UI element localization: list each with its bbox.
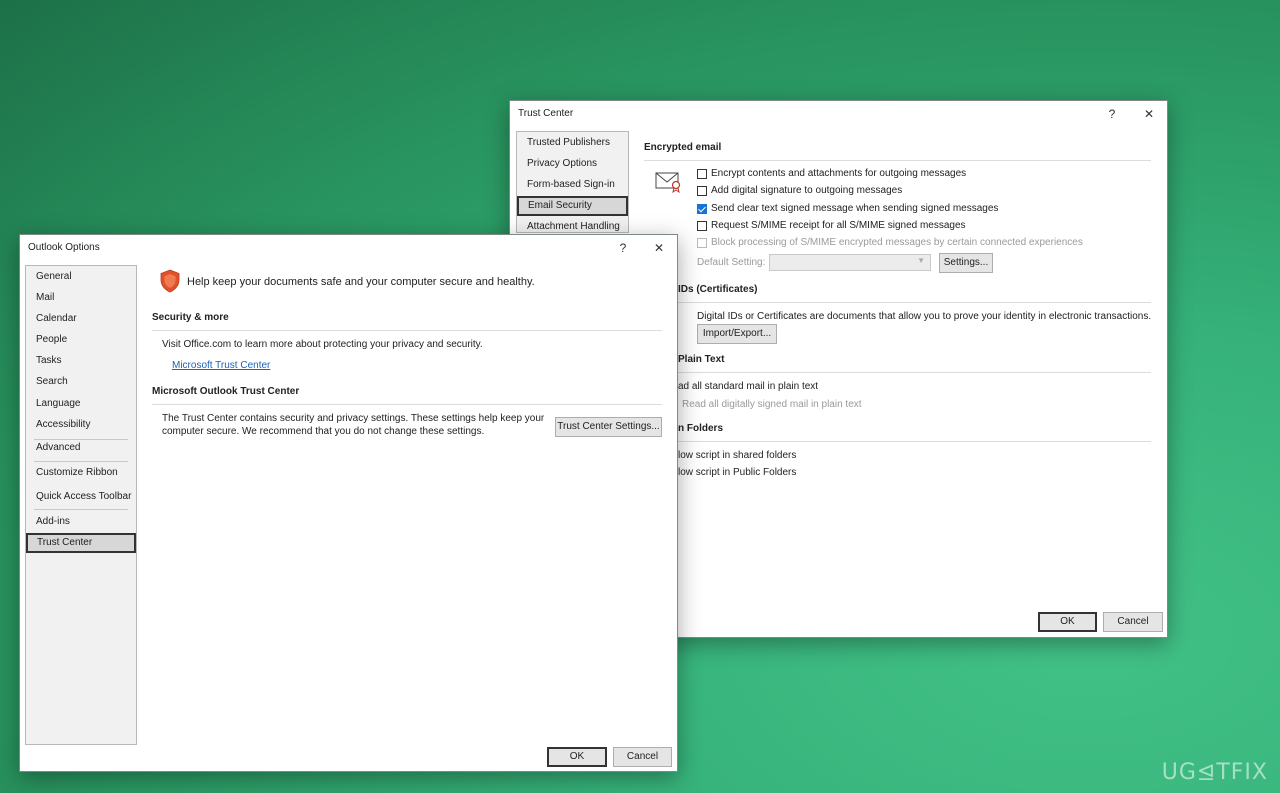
divider <box>152 330 662 331</box>
nav-mail[interactable]: Mail <box>26 288 136 308</box>
security-heading: Security & more <box>152 312 229 323</box>
settings-button[interactable]: Settings... <box>939 253 993 273</box>
public-folders-option[interactable]: low script in Public Folders <box>678 467 796 478</box>
shared-folders-option[interactable]: low script in shared folders <box>678 450 796 461</box>
nav-people[interactable]: People <box>26 330 136 350</box>
nav-customize-ribbon[interactable]: Customize Ribbon <box>26 463 136 483</box>
divider <box>678 302 1151 303</box>
nav-divider <box>34 509 128 510</box>
default-setting-select: ▼ <box>769 254 931 271</box>
microsoft-trust-center-link[interactable]: Microsoft Trust Center <box>172 360 270 371</box>
security-text: Visit Office.com to learn more about pro… <box>162 339 483 350</box>
tc-nav-form-based-sign-in[interactable]: Form-based Sign-in <box>517 175 628 195</box>
help-button[interactable]: ? <box>613 239 633 257</box>
block-processing-checkbox <box>697 238 707 248</box>
outlook-options-title: Outlook Options <box>28 242 100 253</box>
trust-center-nav: Trusted Publishers Privacy Options Form-… <box>516 131 629 233</box>
folders-heading: n Folders <box>678 423 724 434</box>
close-icon[interactable]: ✕ <box>1139 105 1159 123</box>
nav-general[interactable]: General <box>26 267 136 287</box>
trust-center-ok-button[interactable]: OK <box>1038 612 1097 632</box>
trust-center-title: Trust Center <box>518 108 574 119</box>
divider <box>152 404 662 405</box>
close-icon[interactable]: ✕ <box>649 239 669 257</box>
watermark-logo: UG⊴TFIX <box>1161 760 1268 785</box>
request-receipt-label: Request S/MIME receipt for all S/MIME si… <box>711 220 966 231</box>
options-cancel-button[interactable]: Cancel <box>613 747 672 767</box>
add-signature-label: Add digital signature to outgoing messag… <box>711 185 903 196</box>
trust-center-text-line1: The Trust Center contains security and p… <box>162 413 545 424</box>
encrypted-email-heading: Encrypted email <box>644 142 722 153</box>
help-button[interactable]: ? <box>1102 105 1122 123</box>
plain-text-heading: Plain Text <box>678 354 725 365</box>
plain-text-option-1[interactable]: ad all standard mail in plain text <box>678 381 818 392</box>
nav-search[interactable]: Search <box>26 372 136 392</box>
nav-add-ins[interactable]: Add-ins <box>26 512 136 532</box>
default-setting-label: Default Setting: <box>697 257 766 268</box>
options-nav: General Mail Calendar People Tasks Searc… <box>25 265 137 745</box>
nav-tasks[interactable]: Tasks <box>26 351 136 371</box>
add-signature-checkbox[interactable] <box>697 186 707 196</box>
options-ok-button[interactable]: OK <box>547 747 607 767</box>
nav-divider <box>34 461 128 462</box>
tc-nav-trusted-publishers[interactable]: Trusted Publishers <box>517 133 628 153</box>
plain-text-option-2: Read all digitally signed mail in plain … <box>682 399 862 410</box>
encrypt-contents-label: Encrypt contents and attachments for out… <box>711 168 967 179</box>
trust-center-settings-button[interactable]: Trust Center Settings... <box>555 417 662 437</box>
encrypt-contents-checkbox[interactable] <box>697 169 707 179</box>
shield-icon <box>159 269 181 296</box>
send-clear-text-checkbox[interactable] <box>697 204 707 214</box>
chevron-down-icon: ▼ <box>917 256 925 265</box>
trust-center-heading: Microsoft Outlook Trust Center <box>152 386 300 397</box>
send-clear-text-label: Send clear text signed message when send… <box>711 203 999 214</box>
nav-calendar[interactable]: Calendar <box>26 309 136 329</box>
divider <box>644 160 1151 161</box>
digital-ids-description: Digital IDs or Certificates are document… <box>697 311 1152 322</box>
request-receipt-checkbox[interactable] <box>697 221 707 231</box>
nav-accessibility[interactable]: Accessibility <box>26 415 136 435</box>
nav-advanced[interactable]: Advanced <box>26 438 136 458</box>
divider <box>678 372 1151 373</box>
block-processing-label: Block processing of S/MIME encrypted mes… <box>711 237 1083 248</box>
digital-ids-heading: IDs (Certificates) <box>678 284 758 295</box>
outlook-options-window: Outlook Options ? ✕ General Mail Calenda… <box>19 234 678 772</box>
nav-quick-access-toolbar[interactable]: Quick Access Toolbar <box>26 487 136 507</box>
trust-center-text-line2: computer secure. We recommend that you d… <box>162 426 485 437</box>
divider <box>678 441 1151 442</box>
tc-nav-privacy-options[interactable]: Privacy Options <box>517 154 628 174</box>
header-text: Help keep your documents safe and your c… <box>187 276 535 288</box>
nav-language[interactable]: Language <box>26 394 136 414</box>
envelope-certificate-icon <box>655 171 683 196</box>
nav-trust-center[interactable]: Trust Center <box>26 533 136 553</box>
import-export-button[interactable]: Import/Export... <box>697 324 777 344</box>
trust-center-cancel-button[interactable]: Cancel <box>1103 612 1163 632</box>
tc-nav-email-security[interactable]: Email Security <box>517 196 628 216</box>
